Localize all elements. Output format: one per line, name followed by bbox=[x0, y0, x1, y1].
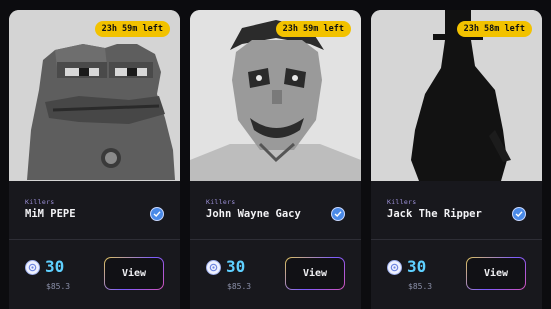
price-value: 30 bbox=[407, 257, 427, 276]
nft-artwork-image[interactable]: 23h 59m left bbox=[9, 10, 180, 181]
price-value: 30 bbox=[226, 257, 246, 276]
time-left-badge: 23h 59m left bbox=[275, 21, 351, 37]
view-button[interactable]: View bbox=[104, 257, 164, 290]
card-divider bbox=[9, 239, 180, 240]
price-value: 30 bbox=[45, 257, 65, 276]
time-left-badge: 23h 58m left bbox=[456, 21, 532, 37]
verified-check-icon bbox=[331, 207, 345, 221]
collection-label[interactable]: Killers bbox=[206, 198, 236, 206]
verified-check-icon bbox=[512, 207, 526, 221]
nft-card[interactable]: 23h 59m left Killers MiM PEPE 30 $85.3 V… bbox=[9, 10, 180, 309]
nft-title[interactable]: Jack The Ripper bbox=[387, 208, 482, 220]
nft-title[interactable]: MiM PEPE bbox=[25, 208, 76, 220]
view-button[interactable]: View bbox=[466, 257, 526, 290]
nft-artwork-image[interactable]: 23h 59m left bbox=[190, 10, 361, 181]
price-usd: $85.3 bbox=[46, 282, 71, 291]
collection-label[interactable]: Killers bbox=[387, 198, 417, 206]
view-button[interactable]: View bbox=[285, 257, 345, 290]
nft-card[interactable]: 23h 58m left Killers Jack The Ripper 30 … bbox=[371, 10, 542, 309]
price-usd: $85.3 bbox=[227, 282, 252, 291]
price-usd: $85.3 bbox=[408, 282, 433, 291]
currency-token-icon bbox=[25, 260, 40, 275]
card-divider bbox=[190, 239, 361, 240]
collection-label[interactable]: Killers bbox=[25, 198, 55, 206]
currency-token-icon bbox=[387, 260, 402, 275]
verified-check-icon bbox=[150, 207, 164, 221]
card-divider bbox=[371, 239, 542, 240]
currency-token-icon bbox=[206, 260, 221, 275]
nft-card[interactable]: 23h 59m left Killers John Wayne Gacy 30 … bbox=[190, 10, 361, 309]
time-left-badge: 23h 59m left bbox=[94, 21, 170, 37]
nft-title[interactable]: John Wayne Gacy bbox=[206, 208, 301, 220]
nft-artwork-image[interactable]: 23h 58m left bbox=[371, 10, 542, 181]
